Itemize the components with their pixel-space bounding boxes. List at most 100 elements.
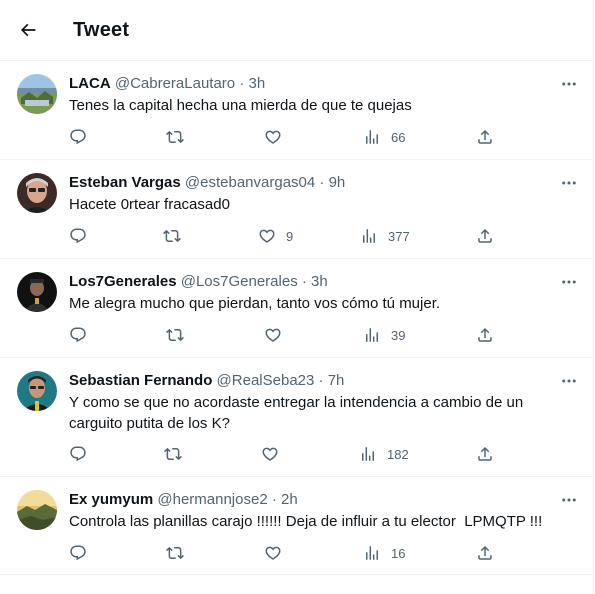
reply-tweet[interactable]: Esteban Vargas @estebanvargas04 · 9h Hac…: [0, 160, 593, 259]
tweet-header: Sebastian Fernando @RealSeba23 · 7h: [69, 371, 344, 391]
more-horizontal-icon: [562, 498, 576, 502]
like-button[interactable]: [264, 544, 292, 562]
author-handle[interactable]: @RealSeba23: [217, 372, 315, 389]
share-button[interactable]: [476, 544, 494, 562]
avatar[interactable]: [17, 272, 57, 312]
author-name[interactable]: Sebastian Fernando: [69, 372, 212, 389]
view-count: 16: [391, 545, 406, 561]
avatar[interactable]: [17, 490, 57, 530]
like-button[interactable]: 9: [258, 227, 293, 245]
tweet-time[interactable]: 3h: [248, 75, 265, 92]
retweet-icon: [163, 229, 181, 243]
view-count: 66: [391, 129, 406, 145]
reply-tweet[interactable]: LACA @CabreraLautaro · 3h Tenes la capit…: [0, 61, 593, 160]
heart-icon: [265, 130, 281, 144]
retweet-button[interactable]: [164, 445, 182, 463]
author-handle[interactable]: @hermannjose2: [157, 491, 267, 508]
reply-tweet[interactable]: Ex yumyum @hermannjose2 · 2h Controla la…: [0, 477, 593, 575]
bar-chart-icon: [366, 546, 378, 560]
more-button[interactable]: [557, 173, 581, 193]
separator-dot: ·: [271, 491, 277, 508]
bar-chart-icon: [366, 328, 378, 342]
author-name[interactable]: Los7Generales: [69, 273, 177, 290]
author-handle[interactable]: @CabreraLautaro: [115, 75, 235, 92]
back-button[interactable]: [10, 12, 46, 48]
author-handle[interactable]: @Los7Generales: [181, 273, 298, 290]
tweet-text: Tenes la capital hecha una mierda de que…: [69, 97, 412, 114]
tweet-text: Me alegra mucho que pierdan, tanto vos c…: [69, 295, 441, 312]
like-button[interactable]: [264, 128, 292, 146]
views-button[interactable]: 39: [363, 326, 405, 344]
author-handle[interactable]: @estebanvargas04: [185, 174, 315, 191]
more-button[interactable]: [557, 490, 581, 510]
separator-dot: ·: [301, 273, 307, 290]
separator-dot: ·: [318, 372, 324, 389]
arrow-left-icon: [20, 23, 36, 37]
avatar[interactable]: [17, 74, 57, 114]
separator-dot: ·: [319, 174, 325, 191]
more-button[interactable]: [557, 371, 581, 391]
avatar[interactable]: [17, 371, 57, 411]
author-name[interactable]: LACA: [69, 75, 111, 92]
tweet-text: Y como se que no acordaste entregar la i…: [69, 394, 524, 432]
bar-chart-icon: [363, 229, 375, 243]
reply-button[interactable]: [69, 544, 87, 562]
tweet-header: Esteban Vargas @estebanvargas04 · 9h: [69, 173, 345, 193]
tweet-time[interactable]: 3h: [311, 273, 328, 290]
share-button[interactable]: [476, 445, 494, 463]
heart-icon: [265, 328, 281, 342]
tweet-actions: 9 377: [0, 228, 593, 258]
retweet-icon: [166, 546, 184, 560]
views-button[interactable]: 16: [363, 544, 405, 562]
more-horizontal-icon: [562, 82, 576, 86]
reply-icon: [70, 228, 86, 244]
tweet-text: Hacete 0rtear fracasad0: [69, 196, 230, 213]
reply-icon: [70, 327, 86, 343]
share-button[interactable]: [476, 128, 494, 146]
heart-icon: [262, 447, 278, 461]
tweet-time[interactable]: 9h: [329, 174, 346, 191]
like-button[interactable]: [264, 326, 292, 344]
more-horizontal-icon: [562, 379, 576, 383]
tweet-actions: 39: [0, 327, 593, 357]
views-button[interactable]: 377: [360, 227, 410, 245]
retweet-icon: [166, 328, 184, 342]
bar-chart-icon: [362, 447, 374, 461]
reply-button[interactable]: [69, 326, 87, 344]
views-button[interactable]: 182: [359, 445, 409, 463]
retweet-button[interactable]: [166, 544, 184, 562]
reply-icon: [70, 446, 86, 462]
retweet-button[interactable]: [163, 227, 181, 245]
reply-button[interactable]: [69, 227, 87, 245]
more-button[interactable]: [557, 272, 581, 292]
share-button[interactable]: [476, 326, 494, 344]
more-horizontal-icon: [562, 181, 576, 185]
tweet-time[interactable]: 2h: [281, 491, 298, 508]
share-icon: [478, 446, 492, 461]
tweet-thread-column: Tweet LACA @CabreraLautaro · 3h Tenes la…: [0, 0, 594, 594]
retweet-button[interactable]: [166, 128, 184, 146]
reply-button[interactable]: [69, 445, 87, 463]
author-name[interactable]: Esteban Vargas: [69, 174, 181, 191]
header: Tweet: [0, 0, 593, 61]
tweet-header: Los7Generales @Los7Generales · 3h: [69, 272, 328, 292]
like-button[interactable]: [261, 445, 289, 463]
share-icon: [478, 228, 492, 243]
avatar[interactable]: [17, 173, 57, 213]
tweet-time[interactable]: 7h: [328, 372, 345, 389]
retweet-icon: [164, 447, 182, 461]
more-button[interactable]: [557, 74, 581, 94]
views-button[interactable]: 66: [363, 128, 405, 146]
reply-tweet[interactable]: Los7Generales @Los7Generales · 3h Me ale…: [0, 259, 593, 358]
page-title: Tweet: [73, 18, 130, 41]
reply-tweet[interactable]: Sebastian Fernando @RealSeba23 · 7h Y co…: [0, 358, 593, 477]
share-icon: [478, 545, 492, 560]
tweet-header: LACA @CabreraLautaro · 3h: [69, 74, 265, 94]
view-count: 182: [387, 446, 409, 462]
retweet-button[interactable]: [166, 326, 184, 344]
reply-button[interactable]: [69, 128, 87, 146]
view-count: 39: [391, 327, 406, 343]
author-name[interactable]: Ex yumyum: [69, 491, 153, 508]
bar-chart-icon: [366, 130, 378, 144]
share-button[interactable]: [476, 227, 494, 245]
